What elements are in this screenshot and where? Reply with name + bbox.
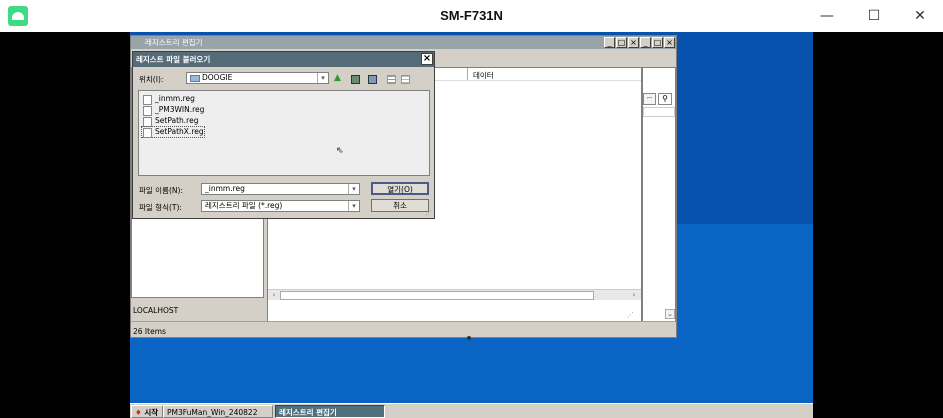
location-label: 위치(I):: [139, 75, 164, 84]
folder-icon: [190, 74, 200, 82]
filename-input[interactable]: _inmm.reg ▾: [201, 183, 360, 195]
open-registry-file-dialog[interactable]: 레지스트 파일 불러오기 × 위치(I): DOOGIE ▾ ▲ _inmm.r…: [132, 51, 435, 219]
taskbar-item-pm3fuman[interactable]: PM3FuMan_Win_240822: [163, 405, 273, 418]
search-field-icon[interactable]: ꟷ: [643, 93, 656, 105]
filename-label: 파일 이름(N):: [139, 186, 183, 195]
filetype-value: 레지스트리 파일 (*.reg): [205, 201, 283, 210]
dialog-close-button[interactable]: ×: [421, 53, 433, 65]
status-item-count: 26 Items: [133, 327, 166, 336]
regedit-close-button[interactable]: ×: [664, 37, 675, 48]
resize-grip-icon[interactable]: ⋰: [425, 209, 432, 217]
regedit-minimize-button[interactable]: _: [640, 37, 651, 48]
scroll-thumb[interactable]: [280, 291, 594, 300]
status-divider: [131, 321, 676, 322]
scroll-left-icon[interactable]: ‹: [269, 291, 279, 300]
file-item[interactable]: _PM3WIN.reg: [142, 105, 204, 116]
column-divider[interactable]: [467, 68, 468, 80]
scroll-right-icon[interactable]: ›: [629, 291, 639, 300]
search-icon[interactable]: ⚲: [658, 93, 672, 105]
cursor-dot: [467, 336, 471, 340]
dialog-close-button[interactable]: ×: [628, 37, 639, 48]
taskbar: ♦ 시작 PM3FuMan_Win_240822 레지스트리 편집기: [130, 403, 813, 418]
mouse-cursor-icon: ⇖: [336, 146, 344, 156]
list-view-icon[interactable]: [387, 75, 396, 84]
window-title: SM-F731N: [440, 8, 503, 23]
start-icon: ♦: [135, 408, 142, 417]
registry-editor-title: 레지스트리 편집기: [145, 38, 203, 47]
scroll-down-icon[interactable]: ⌄: [665, 309, 675, 319]
chevron-down-icon[interactable]: ▾: [348, 184, 359, 194]
search-results-pane[interactable]: [642, 67, 676, 322]
file-item[interactable]: SetPathX.reg: [141, 126, 205, 138]
device-screen[interactable]: 레지스트리 편집기 _ □ × _ □ × 데이터 ꟷ ⚲ ⌄ ‹ › LOCA…: [130, 32, 813, 418]
location-dropdown[interactable]: DOOGIE ▾: [186, 72, 329, 84]
file-list[interactable]: _inmm.reg _PM3WIN.reg SetPath.reg SetPat…: [138, 90, 430, 176]
new-folder-icon[interactable]: [368, 75, 377, 84]
dialog-minimize-button[interactable]: _: [604, 37, 615, 48]
chevron-down-icon[interactable]: ▾: [317, 73, 328, 83]
close-button[interactable]: ✕: [897, 0, 943, 32]
cancel-button[interactable]: 취소: [371, 199, 429, 212]
details-view-icon[interactable]: [401, 75, 410, 84]
filetype-label: 파일 형식(T):: [139, 203, 182, 212]
start-label: 시작: [144, 408, 159, 417]
registry-editor-window[interactable]: 레지스트리 편집기 _ □ × _ □ × 데이터 ꟷ ⚲ ⌄ ‹ › LOCA…: [130, 35, 677, 340]
horizontal-scrollbar[interactable]: ‹ ›: [268, 289, 641, 300]
dialog-titlebar[interactable]: 레지스트 파일 불러오기: [133, 52, 434, 67]
regedit-maximize-button[interactable]: □: [652, 37, 663, 48]
file-item[interactable]: SetPath.reg: [142, 116, 198, 127]
filename-value: _inmm.reg: [205, 184, 245, 193]
search-result-row[interactable]: [643, 107, 675, 117]
dialog-maximize-button[interactable]: □: [616, 37, 627, 48]
status-path: LOCALHOST: [133, 306, 179, 315]
open-button[interactable]: 열기(O): [371, 182, 429, 195]
taskbar-item-regedit[interactable]: 레지스트리 편집기: [275, 405, 385, 418]
filetype-dropdown[interactable]: 레지스트리 파일 (*.reg) ▾: [201, 200, 360, 212]
chevron-down-icon[interactable]: ▾: [348, 201, 359, 211]
file-item[interactable]: _inmm.reg: [142, 94, 195, 105]
up-folder-icon[interactable]: ▲: [334, 74, 343, 83]
start-button[interactable]: ♦ 시작: [131, 405, 163, 418]
registry-editor-titlebar[interactable]: 레지스트리 편집기: [131, 36, 676, 49]
minimize-button[interactable]: —: [804, 0, 850, 32]
maximize-button[interactable]: ☐: [851, 0, 897, 32]
resize-grip-icon[interactable]: ⋰: [627, 311, 634, 319]
window-titlebar: SM-F731N — ☐ ✕: [0, 0, 943, 32]
desktop-icon[interactable]: [351, 75, 360, 84]
dialog-title: 레지스트 파일 불러오기: [136, 55, 211, 64]
location-value: DOOGIE: [202, 73, 233, 82]
